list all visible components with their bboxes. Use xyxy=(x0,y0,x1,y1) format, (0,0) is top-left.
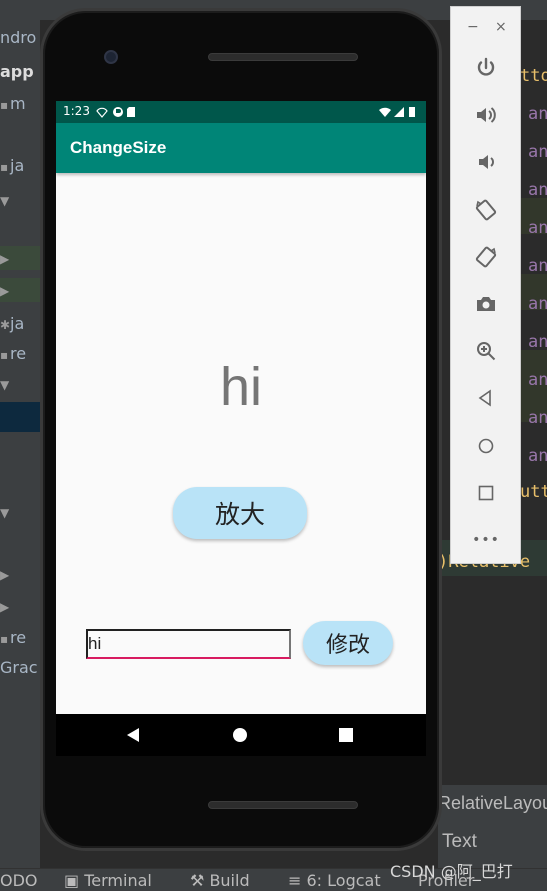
tree-item[interactable]: ▶ xyxy=(0,246,40,270)
minimize-button[interactable]: − xyxy=(467,19,479,35)
tree-item[interactable]: app xyxy=(0,60,40,84)
tree-item[interactable]: ▼ xyxy=(0,500,40,524)
tree-item[interactable]: ▼ xyxy=(0,372,40,396)
power-button[interactable] xyxy=(471,53,501,83)
signal-battery-icons xyxy=(379,107,415,117)
back-icon xyxy=(478,389,491,407)
project-tree: ndro app ▪ m ▪ ja ▼ ▶ ▶ ✱ja ▪ re ▼ ▼ ▶ ▶ ▪ r… xyxy=(0,20,40,870)
tree-item[interactable]: Grac xyxy=(0,656,40,680)
logcat-tab[interactable]: ≡ 6: Logcat xyxy=(288,871,381,890)
home-icon xyxy=(478,438,494,454)
tree-item[interactable]: ✱ja xyxy=(0,312,40,336)
app-title: ChangeSize xyxy=(70,138,167,157)
rotate-right-icon xyxy=(475,246,497,268)
expand-arrow-icon: ▼ xyxy=(0,194,10,208)
more-icon: ••• xyxy=(472,532,500,548)
tree-item[interactable]: ▼ xyxy=(0,188,40,212)
tree-item[interactable]: ▶ xyxy=(0,562,40,586)
terminal-icon: ▣ xyxy=(64,871,80,890)
nav-back-button[interactable] xyxy=(124,726,142,744)
expand-arrow-icon: ▼ xyxy=(0,506,10,520)
app-bar: ChangeSize xyxy=(56,123,426,173)
tree-item[interactable]: ▪ ja xyxy=(0,154,40,178)
more-button[interactable]: ••• xyxy=(471,525,501,555)
home-button[interactable] xyxy=(471,431,501,461)
list-icon: ≡ xyxy=(288,871,302,890)
notification-icons xyxy=(96,107,135,118)
hammer-icon: ⚒ xyxy=(190,871,205,890)
close-button[interactable]: × xyxy=(495,19,507,35)
volume-up-button[interactable] xyxy=(471,100,501,130)
emulator-toolbar: − × ••• xyxy=(450,6,521,564)
nav-home-button[interactable] xyxy=(231,726,249,744)
tree-item[interactable]: ▶ xyxy=(0,594,40,618)
bottom-speaker xyxy=(208,801,358,809)
home-icon xyxy=(233,728,247,742)
volume-down-button[interactable] xyxy=(471,147,501,177)
rotate-left-icon xyxy=(475,199,497,221)
design-tab[interactable]: RelativeLayou xyxy=(438,793,547,814)
top-speaker xyxy=(208,53,358,61)
volume-down-icon xyxy=(479,155,494,169)
camera-icon xyxy=(477,297,495,311)
phone-screen: 1:23 ChangeSize hi 放大 修改 xyxy=(56,101,426,714)
tree-item-selected[interactable] xyxy=(0,402,40,432)
tree-item[interactable]: ▪ re xyxy=(0,342,40,366)
watermark: CSDN @阿_巴打 xyxy=(390,862,513,881)
volume-up-icon xyxy=(477,107,496,123)
back-button[interactable] xyxy=(471,383,501,413)
tree-item[interactable]: ▶ xyxy=(0,278,40,302)
enlarge-button[interactable]: 放大 xyxy=(173,487,307,539)
expand-arrow-icon: ▶ xyxy=(0,568,10,582)
rotate-left-button[interactable] xyxy=(471,195,501,225)
text-tab[interactable]: Text xyxy=(442,831,477,853)
nav-overview-button[interactable] xyxy=(337,726,355,744)
overview-button[interactable] xyxy=(471,478,501,508)
code-editor[interactable]: tto an an an an an an an an an an utt xyxy=(520,20,547,870)
display-text: hi xyxy=(219,357,263,417)
screenshot-button[interactable] xyxy=(471,289,501,319)
expand-arrow-icon: ▶ xyxy=(0,252,10,266)
tree-item[interactable]: ▪ re xyxy=(0,626,40,650)
tree-item[interactable]: ndro xyxy=(0,26,40,50)
front-camera xyxy=(104,50,118,64)
power-icon xyxy=(477,57,495,76)
text-input[interactable] xyxy=(86,629,291,659)
expand-arrow-icon: ▶ xyxy=(0,600,10,614)
android-nav-bar xyxy=(56,714,426,756)
tree-item[interactable]: ▪ m xyxy=(0,92,40,116)
build-tab[interactable]: ⚒ Build xyxy=(190,871,250,890)
modify-button[interactable]: 修改 xyxy=(303,621,393,665)
rotate-right-button[interactable] xyxy=(471,242,501,272)
terminal-tab[interactable]: ▣ Terminal xyxy=(64,871,152,890)
status-time: 1:23 xyxy=(63,104,90,118)
zoom-icon xyxy=(477,342,496,361)
todo-tab[interactable]: ODO xyxy=(0,871,38,890)
back-icon xyxy=(127,728,139,742)
android-status-bar: 1:23 xyxy=(56,101,426,123)
expand-arrow-icon: ▼ xyxy=(0,378,10,392)
overview-icon xyxy=(339,728,353,742)
zoom-button[interactable] xyxy=(471,336,501,366)
overview-icon xyxy=(478,485,494,501)
expand-arrow-icon: ▶ xyxy=(0,284,10,298)
